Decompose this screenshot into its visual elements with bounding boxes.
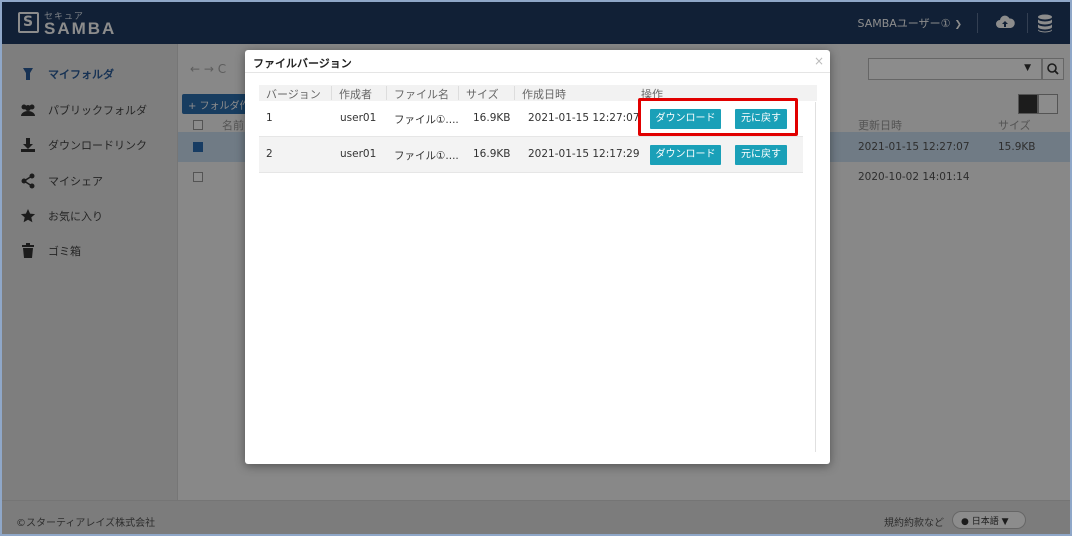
version-cell: 1 bbox=[266, 112, 273, 124]
table-row: 2 user01 ファイル①.... 16.9KB 2021-01-15 12:… bbox=[259, 137, 803, 173]
col-header-created: 作成日時 bbox=[514, 86, 566, 101]
download-button[interactable]: ダウンロード bbox=[650, 145, 721, 165]
divider bbox=[245, 72, 830, 73]
filename-cell: ファイル①.... bbox=[394, 114, 459, 126]
app-window: S セキュア SAMBA SAMBAユーザー① ❯ マイフォルダ パブリックフォル… bbox=[0, 0, 1072, 536]
created-cell: 2021-01-15 12:27:07 bbox=[528, 112, 640, 124]
version-cell: 2 bbox=[266, 148, 273, 160]
size-cell: 16.9KB bbox=[473, 148, 511, 160]
size-cell: 16.9KB bbox=[473, 112, 511, 124]
col-header-filename: ファイル名 bbox=[386, 86, 449, 101]
col-header-creator: 作成者 bbox=[331, 86, 372, 101]
dialog-title: ファイルバージョン bbox=[253, 57, 352, 70]
scrollbar-track[interactable] bbox=[815, 102, 816, 452]
restore-button[interactable]: 元に戻す bbox=[735, 145, 787, 165]
col-header-size: サイズ bbox=[458, 86, 499, 101]
close-icon[interactable]: × bbox=[814, 54, 824, 68]
highlight-box bbox=[638, 98, 798, 136]
filename-cell: ファイル①.... bbox=[394, 150, 459, 162]
col-header-version: バージョン bbox=[266, 88, 321, 101]
created-cell: 2021-01-15 12:17:29 bbox=[528, 148, 640, 160]
creator-cell: user01 bbox=[340, 148, 377, 160]
creator-cell: user01 bbox=[340, 112, 377, 124]
